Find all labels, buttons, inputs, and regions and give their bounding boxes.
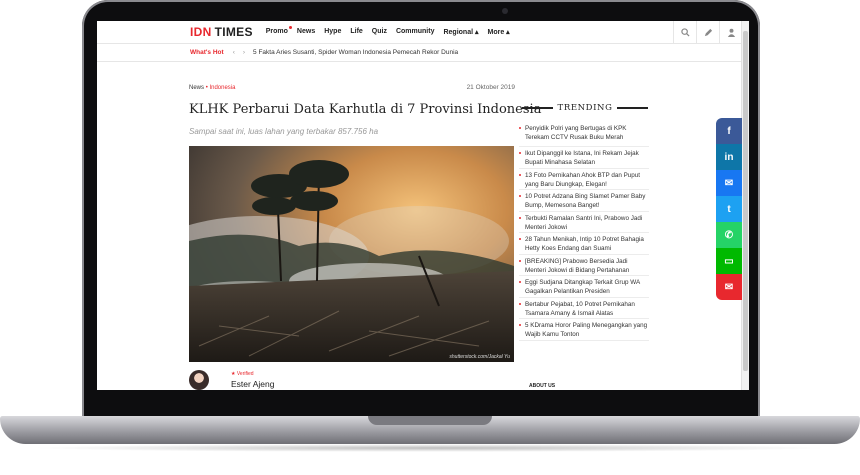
trending-item-text: 13 Foto Pernikahan Ahok BTP dan Puput ya… xyxy=(525,171,641,188)
chevron-left-icon[interactable]: ‹ xyxy=(233,49,235,56)
logo-part-2: TIMES xyxy=(214,25,253,39)
author-info: ★ Verified Ester Ajeng xyxy=(231,371,274,389)
bullet-icon xyxy=(519,259,521,262)
trending-item[interactable]: 10 Potret Adzana Bing Slamet Pamer Baby … xyxy=(519,190,649,212)
trending-item[interactable]: 5 KDrama Horor Paling Menegangkan yang W… xyxy=(519,319,649,341)
menu-item-hype[interactable]: Hype xyxy=(324,28,341,36)
bullet-icon xyxy=(519,127,521,129)
whats-hot-bar: What's Hot ‹ › 5 Fakta Aries Susanti, Sp… xyxy=(97,44,742,62)
promo-dot-badge xyxy=(288,26,292,29)
trending-item-text: Bertabur Pejabat, 10 Potret Pernikahan T… xyxy=(525,300,635,317)
laptop-notch xyxy=(368,416,492,425)
hot-headline-link[interactable]: 5 Fakta Aries Susanti, Spider Woman Indo… xyxy=(253,49,458,56)
line-icon[interactable]: ▭ xyxy=(716,248,742,274)
breadcrumb-section[interactable]: News xyxy=(189,85,204,91)
trending-item[interactable]: Ikut Dipanggil ke Istana, Ini Rekam Jeja… xyxy=(519,147,649,169)
whatsapp-icon[interactable]: ✆ xyxy=(716,222,742,248)
main-menu: Promo News Hype Life Quiz Community Regi… xyxy=(265,26,510,36)
email-icon[interactable]: ✉ xyxy=(716,274,742,300)
menu-item-quiz[interactable]: Quiz xyxy=(372,28,387,36)
menu-item-more[interactable]: More ▴ xyxy=(488,28,510,36)
bullet-icon xyxy=(519,216,521,219)
author-avatar[interactable] xyxy=(189,370,209,390)
camera-icon xyxy=(502,8,508,14)
bullet-icon xyxy=(519,173,521,176)
bullet-icon xyxy=(519,302,521,305)
nav-icon-group xyxy=(673,21,742,43)
about-us-heading: ABOUT US xyxy=(529,383,556,389)
trending-title: TRENDING xyxy=(557,103,613,113)
author-name[interactable]: Ester Ajeng xyxy=(231,379,274,389)
trending-item[interactable]: 13 Foto Pernikahan Ahok BTP dan Puput ya… xyxy=(519,169,649,190)
trending-item-text: Penyidik Polri yang Bertugas di KPK Tere… xyxy=(525,125,627,141)
scrollbar[interactable] xyxy=(741,21,749,390)
menu-item-life[interactable]: Life xyxy=(350,28,362,36)
trending-item[interactable]: Terbukti Ramalan Santri Ini, Prabowo Jad… xyxy=(519,212,649,233)
trending-item-text: Eggi Sudjana Ditangkap Terkait Grup WA G… xyxy=(525,279,640,295)
whats-hot-label: What's Hot xyxy=(190,49,224,56)
image-credit: shutterstock.com/Jackal Yu xyxy=(449,354,510,360)
heading-rule xyxy=(522,107,553,109)
author-block: ★ Verified Ester Ajeng xyxy=(189,370,274,390)
bullet-icon xyxy=(519,195,521,197)
bullet-icon xyxy=(519,324,521,326)
trending-item-text: 5 KDrama Horor Paling Menegangkan yang W… xyxy=(525,322,648,338)
menu-item-news[interactable]: News xyxy=(297,28,315,36)
heading-rule xyxy=(617,107,649,109)
trending-item[interactable]: 28 Tahun Menikah, Intip 10 Potret Bahagi… xyxy=(519,233,649,255)
forest-fire-photo: shutterstock.com/Jackal Yu xyxy=(189,146,514,362)
bullet-icon xyxy=(519,238,521,240)
menu-item-label: Promo xyxy=(265,28,288,35)
verified-badge: ★ Verified xyxy=(231,371,254,377)
menu-item-community[interactable]: Community xyxy=(396,28,435,36)
breadcrumb-subsection[interactable]: • Indonesia xyxy=(206,85,236,91)
share-sidebar: f in ✉ t ✆ ▭ ✉ xyxy=(716,118,742,300)
browser-screen: IDN TIMES Promo News Hype Life Quiz Comm… xyxy=(97,21,749,390)
trending-item-text: 28 Tahun Menikah, Intip 10 Potret Bahagi… xyxy=(525,236,644,252)
trending-item-text: 10 Potret Adzana Bing Slamet Pamer Baby … xyxy=(525,193,646,209)
trending-item-text: Terbukti Ramalan Santri Ini, Prabowo Jad… xyxy=(525,214,643,231)
facebook-icon[interactable]: f xyxy=(716,118,742,144)
trending-item[interactable]: [BREAKING] Prabowo Bersedia Jadi Menteri… xyxy=(519,255,649,276)
menu-item-promo[interactable]: Promo xyxy=(265,26,292,36)
linkedin-icon[interactable]: in xyxy=(716,144,742,170)
laptop-shadow xyxy=(30,444,830,452)
article-title: KLHK Perbarui Data Karhutla di 7 Provins… xyxy=(189,102,542,117)
top-navigation: IDN TIMES Promo News Hype Life Quiz Comm… xyxy=(97,21,742,44)
bullet-icon xyxy=(519,152,521,154)
article-hero-image: shutterstock.com/Jackal Yu xyxy=(189,146,514,362)
bullet-icon xyxy=(519,281,521,283)
site-logo[interactable]: IDN TIMES xyxy=(190,25,253,39)
trending-item[interactable]: Eggi Sudjana Ditangkap Terkait Grup WA G… xyxy=(519,276,649,298)
twitter-icon[interactable]: t xyxy=(716,196,742,222)
trending-list: Penyidik Polri yang Bertugas di KPK Tere… xyxy=(519,122,649,341)
menu-item-regional[interactable]: Regional ▴ xyxy=(443,28,478,36)
search-icon[interactable] xyxy=(673,21,696,43)
user-icon[interactable] xyxy=(719,21,742,43)
trending-item[interactable]: Penyidik Polri yang Bertugas di KPK Tere… xyxy=(519,122,649,147)
scrollbar-thumb[interactable] xyxy=(743,31,748,371)
breadcrumb: News • Indonesia xyxy=(189,85,235,91)
messenger-icon[interactable]: ✉ xyxy=(716,170,742,196)
trending-item[interactable]: Bertabur Pejabat, 10 Potret Pernikahan T… xyxy=(519,298,649,319)
article-date: 21 Oktober 2019 xyxy=(466,84,515,91)
pencil-icon[interactable] xyxy=(696,21,719,43)
chevron-right-icon[interactable]: › xyxy=(243,49,245,56)
trending-heading: TRENDING xyxy=(522,103,649,113)
article-subtitle: Sampai saat ini, luas lahan yang terbaka… xyxy=(189,127,379,136)
trending-item-text: [BREAKING] Prabowo Bersedia Jadi Menteri… xyxy=(525,257,630,274)
logo-part-1: IDN xyxy=(190,25,212,39)
trending-item-text: Ikut Dipanggil ke Istana, Ini Rekam Jeja… xyxy=(525,150,639,166)
